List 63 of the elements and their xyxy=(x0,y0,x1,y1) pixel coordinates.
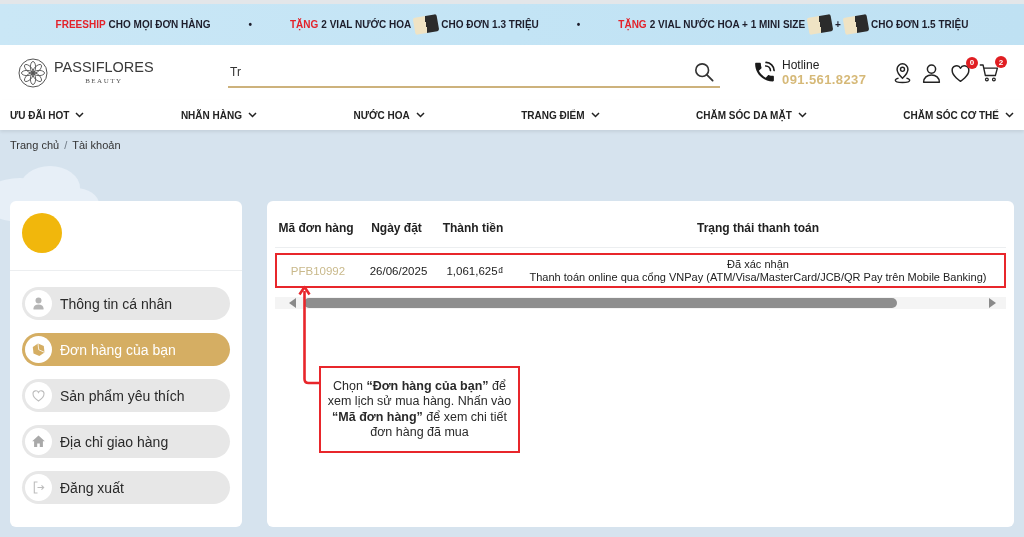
scroll-left-icon[interactable] xyxy=(289,298,296,308)
horizontal-scrollbar[interactable] xyxy=(275,297,1006,309)
heart-icon[interactable] xyxy=(950,62,971,83)
promo-separator: • xyxy=(248,19,252,30)
location-pin-icon[interactable] xyxy=(892,61,913,84)
scroll-right-icon[interactable] xyxy=(989,298,996,308)
search-field[interactable]: Tr xyxy=(228,57,720,88)
nav-menu-item[interactable]: TRANG ĐIỂM xyxy=(521,109,600,121)
count-badge: 2 xyxy=(995,56,1007,68)
order-date: 26/06/2025 xyxy=(368,264,429,277)
column-header: Mã đơn hàng xyxy=(277,221,355,235)
nav-menu-item[interactable]: ƯU ĐÃI HOT xyxy=(10,109,85,121)
person-icon xyxy=(25,290,52,317)
package-icon xyxy=(25,336,52,363)
sidebar-menu-item[interactable]: Thông tin cá nhân xyxy=(22,287,230,320)
logout-icon xyxy=(25,474,52,501)
breadcrumb-current: Tài khoản xyxy=(72,139,121,153)
promo-separator: • xyxy=(576,19,581,30)
promo-highlight: FREESHIP xyxy=(55,19,106,30)
promo-highlight: TẶNG xyxy=(290,19,319,30)
product-photo xyxy=(413,14,440,35)
product-photo xyxy=(842,14,870,35)
scrollbar-thumb[interactable] xyxy=(304,298,897,308)
column-header: Ngày đặt xyxy=(370,221,423,235)
breadcrumb-separator: / xyxy=(64,139,68,153)
chevron-down-icon xyxy=(415,112,425,118)
product-photo xyxy=(806,14,834,35)
house-icon xyxy=(25,428,52,455)
order-status: Đã xác nhận xyxy=(727,257,789,271)
sidebar-menu-item[interactable]: Sản phẩm yêu thích xyxy=(22,379,230,412)
payment-method: Thanh toán online qua cổng VNPay (ATM/Visa/MasterCard/JCB/QR Pay trên Mobile Banking) xyxy=(529,270,987,284)
instruction-callout: Chọn “Đơn hàng của bạn” để xem lịch sử mua hàng. Nhấn vào “Mã đơn hàng” để xem chi tiết đơn hàng đã mua xyxy=(319,366,520,453)
promo-text: 2 VIAL NƯỚC HOA xyxy=(321,19,412,30)
user-icon[interactable] xyxy=(921,61,942,84)
promo-highlight: TẶNG xyxy=(618,19,647,30)
promo-text: CHO MỌI ĐƠN HÀNG xyxy=(108,19,211,30)
chevron-down-icon xyxy=(1005,112,1014,118)
nav-menu-item[interactable]: NƯỚC HOA xyxy=(353,109,425,121)
search-icon[interactable] xyxy=(694,61,714,82)
column-header: Trạng thái thanh toán xyxy=(696,221,820,235)
brand-name[interactable]: PASSIFLORES xyxy=(54,60,154,75)
promo-text: CHO ĐƠN 1.3 TRIỆU xyxy=(441,19,539,30)
avatar-circle xyxy=(22,213,62,253)
chevron-down-icon xyxy=(590,112,600,118)
nav-menu-item[interactable]: NHÃN HÀNG xyxy=(180,109,257,121)
count-badge: 0 xyxy=(966,56,978,69)
order-total: 1,061,625₫ xyxy=(445,264,505,277)
sidebar-menu-item[interactable]: Đăng xuất xyxy=(22,471,230,504)
promo-text: CHO ĐƠN 1.5 TRIỆU xyxy=(870,19,969,30)
chevron-down-icon xyxy=(75,112,85,118)
nav-menu-item[interactable]: CHĂM SÓC CƠ THỂ xyxy=(903,109,1014,121)
cart-icon[interactable] xyxy=(979,62,1000,83)
chevron-down-icon xyxy=(248,112,257,118)
sidebar-menu-item[interactable]: Địa chỉ giao hàng xyxy=(22,425,230,458)
promo-text: 2 VIAL NƯỚC HOA + 1 MINI SIZE xyxy=(649,19,806,30)
breadcrumb-link[interactable]: Trang chủ xyxy=(10,139,60,154)
nav-menu-item[interactable]: CHĂM SÓC DA MẶT xyxy=(696,109,807,121)
order-row[interactable]: PFB10992 26/06/2025 1,061,625₫ Đã xác nhận Thanh toán online qua cổng VNPay (ATM/Visa/MasterCard/JCB/QR Pay trên Mobile Banking) xyxy=(275,253,1006,288)
hotline-label: Hotline xyxy=(782,57,821,72)
chevron-down-icon xyxy=(797,112,807,118)
logo-icon[interactable] xyxy=(18,57,48,88)
column-header: Thành tiền xyxy=(441,221,505,235)
promo-text: + xyxy=(835,19,841,30)
